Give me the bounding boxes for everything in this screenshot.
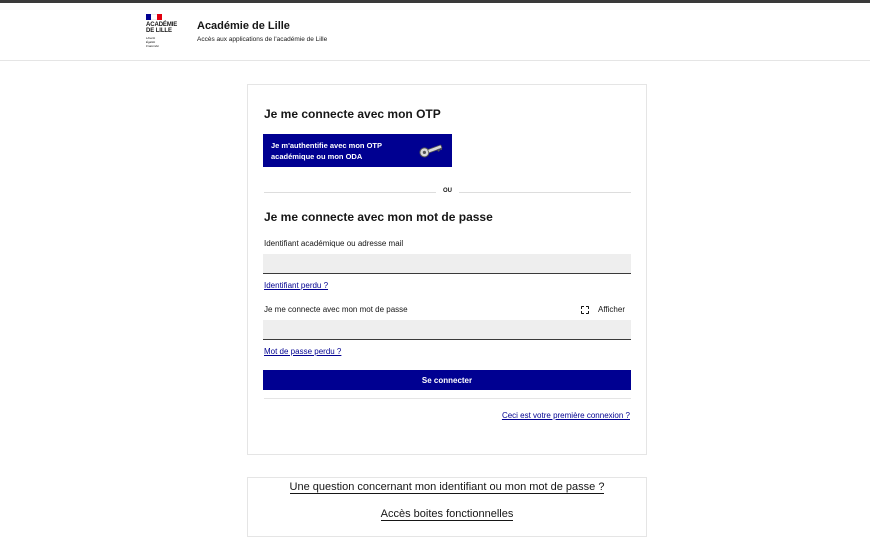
first-connection-link[interactable]: Ceci est votre première connexion ? xyxy=(502,411,630,420)
password-input[interactable] xyxy=(263,320,631,340)
otp-login-button[interactable]: Je m'authentifie avec mon OTP académique… xyxy=(263,134,452,167)
login-submit-button[interactable]: Se connecter xyxy=(263,370,631,390)
lost-identifier-link[interactable]: Identifiant perdu ? xyxy=(264,281,328,290)
site-title[interactable]: Académie de Lille xyxy=(197,20,290,32)
show-password-label: Afficher xyxy=(598,305,625,314)
show-password-toggle[interactable]: Afficher xyxy=(581,304,625,315)
site-header: ACADÉMIE DE LILLE Liberté Égalité Frater… xyxy=(0,3,870,61)
password-heading: Je me connecte avec mon mot de passe xyxy=(264,210,493,224)
identifier-label: Identifiant académique ou adresse mail xyxy=(264,239,404,248)
or-separator: OU xyxy=(264,188,631,198)
flag-icon xyxy=(146,14,162,20)
functional-mailboxes-text: Accès boites fonctionnelles xyxy=(380,508,514,521)
separator-line-right xyxy=(459,192,631,193)
site-subtitle: Accès aux applications de l'académie de … xyxy=(197,36,328,43)
marianne-logo[interactable]: ACADÉMIE DE LILLE Liberté Égalité Frater… xyxy=(146,14,186,54)
login-card: Je me connecte avec mon OTP Je m'authent… xyxy=(247,84,647,455)
credentials-question-text: Une question concernant mon identifiant … xyxy=(289,481,605,494)
form-divider xyxy=(264,398,631,399)
show-password-checkbox[interactable] xyxy=(581,305,589,314)
key-icon xyxy=(419,144,443,158)
identifier-input[interactable] xyxy=(263,254,631,274)
separator-label: OU xyxy=(443,188,452,194)
logo-text: ACADÉMIE DE LILLE xyxy=(146,22,178,34)
credentials-question-link[interactable]: Une question concernant mon identifiant … xyxy=(248,481,646,494)
otp-heading: Je me connecte avec mon OTP xyxy=(264,107,441,121)
functional-mailboxes-link[interactable]: Accès boites fonctionnelles xyxy=(248,508,646,521)
password-label: Je me connecte avec mon mot de passe xyxy=(264,305,408,314)
otp-button-label: Je m'authentifie avec mon OTP académique… xyxy=(271,141,382,161)
lost-password-link[interactable]: Mot de passe perdu ? xyxy=(264,347,341,356)
logo-motto: Liberté Égalité Fraternité xyxy=(146,36,159,48)
help-card: Une question concernant mon identifiant … xyxy=(247,477,647,537)
